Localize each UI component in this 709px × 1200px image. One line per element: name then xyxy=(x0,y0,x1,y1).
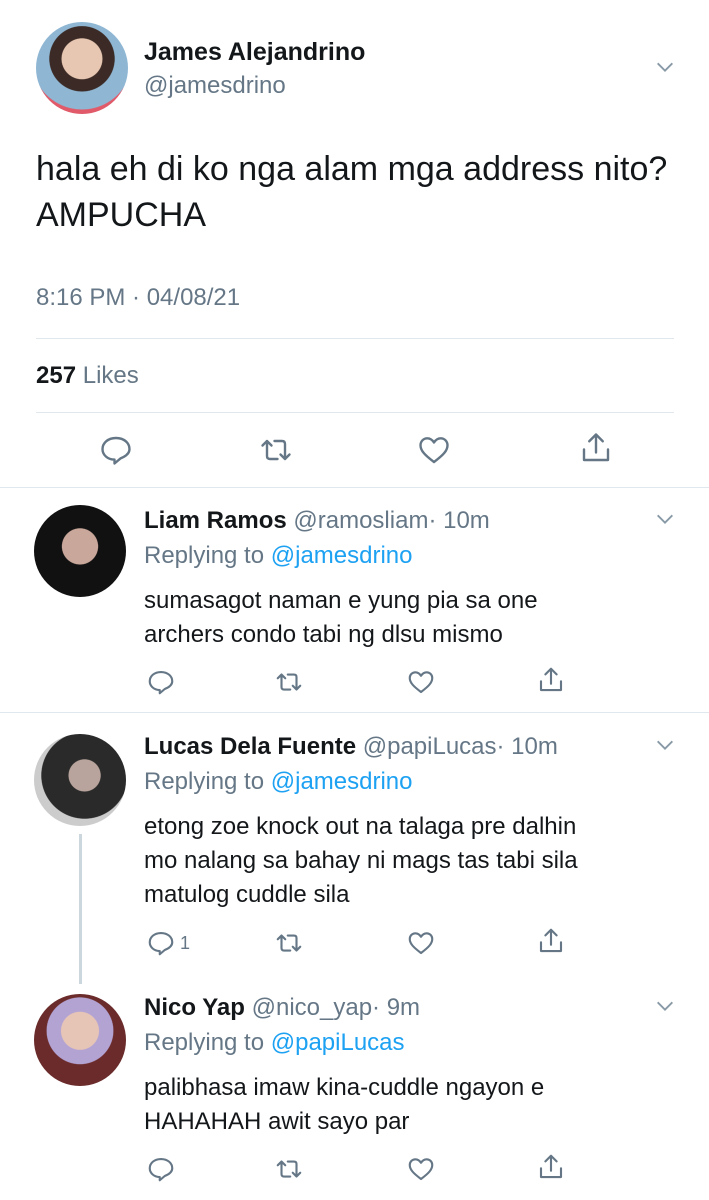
tweet-timestamp[interactable]: 8:16 PM · 04/08/21 xyxy=(36,284,240,312)
reply-time: · 10m xyxy=(428,507,490,534)
share-icon[interactable] xyxy=(578,430,614,466)
replying-to: Replying to @papiLucas xyxy=(144,1029,405,1057)
replying-prefix: Replying to xyxy=(144,542,265,569)
replying-prefix: Replying to xyxy=(144,768,265,795)
reply-text-line: palibhasa imaw kina-cuddle ngayon e xyxy=(144,1074,545,1101)
likes-count[interactable]: 257 Likes xyxy=(36,362,139,390)
share-icon[interactable] xyxy=(536,926,566,956)
reply-icon[interactable] xyxy=(146,1154,176,1184)
like-icon[interactable] xyxy=(416,432,452,468)
reply-text: sumasagot naman e yung pia sa one archer… xyxy=(144,584,664,652)
reply-text-line: matulog cuddle sila xyxy=(144,881,350,908)
likes-label: Likes xyxy=(82,362,139,389)
tweet-text: hala eh di ko nga alam mga address nito?… xyxy=(36,150,668,234)
replying-prefix: Replying to xyxy=(144,1029,265,1056)
reply-text-line: mo nalang sa bahay ni mags tas tabi sila xyxy=(144,847,578,874)
retweet-icon[interactable] xyxy=(258,432,294,468)
reply-icon[interactable] xyxy=(146,667,176,697)
reply-text: etong zoe knock out na talaga pre dalhin… xyxy=(144,810,664,912)
reply-icon[interactable] xyxy=(146,928,176,958)
reply-time: · 10m xyxy=(496,733,558,760)
thread-line xyxy=(79,834,82,984)
replying-to-link[interactable]: @jamesdrino xyxy=(271,768,413,795)
chevron-down-icon[interactable] xyxy=(654,995,676,1017)
replying-to: Replying to @jamesdrino xyxy=(144,768,413,796)
reply-author-handle: @ramosliam xyxy=(293,507,429,534)
chevron-down-icon[interactable] xyxy=(654,508,676,530)
retweet-icon[interactable] xyxy=(274,1154,304,1184)
reply-author-name: Nico Yap xyxy=(144,994,245,1021)
like-icon[interactable] xyxy=(406,667,436,697)
reply-avatar[interactable] xyxy=(34,505,126,597)
reply-avatar[interactable] xyxy=(34,734,126,826)
retweet-icon[interactable] xyxy=(274,928,304,958)
replying-to-link[interactable]: @jamesdrino xyxy=(271,542,413,569)
reply-author-line[interactable]: Liam Ramos @ramosliam· 10m xyxy=(144,507,490,535)
reply-author-name: Lucas Dela Fuente xyxy=(144,733,357,760)
reply-text-line: sumasagot naman e yung pia sa one xyxy=(144,587,538,614)
reply-text: palibhasa imaw kina-cuddle ngayon e HAHA… xyxy=(144,1071,664,1139)
divider xyxy=(0,487,709,488)
reply-text-line: etong zoe knock out na talaga pre dalhin xyxy=(144,813,577,840)
likes-number: 257 xyxy=(36,362,77,389)
like-icon[interactable] xyxy=(406,928,436,958)
author-avatar[interactable] xyxy=(36,22,128,114)
reply-time: · 9m xyxy=(372,994,421,1021)
share-icon[interactable] xyxy=(536,665,566,695)
reply-text-line: HAHAHAH awit sayo par xyxy=(144,1108,410,1135)
reply-author-line[interactable]: Nico Yap @nico_yap· 9m xyxy=(144,994,420,1022)
divider xyxy=(36,338,674,339)
reply-text-line: archers condo tabi ng dlsu mismo xyxy=(144,621,503,648)
reply-author-handle: @papiLucas xyxy=(362,733,497,760)
reply-author-line[interactable]: Lucas Dela Fuente @papiLucas· 10m xyxy=(144,733,558,761)
retweet-icon[interactable] xyxy=(274,667,304,697)
reply-count: 1 xyxy=(180,933,191,953)
author-name[interactable]: James Alejandrino xyxy=(144,38,365,67)
reply-avatar[interactable] xyxy=(34,994,126,1086)
reply-author-name: Liam Ramos xyxy=(144,507,287,534)
divider xyxy=(0,712,709,713)
divider xyxy=(36,412,674,413)
replying-to-link[interactable]: @papiLucas xyxy=(271,1029,405,1056)
reply-author-handle: @nico_yap xyxy=(251,994,373,1021)
reply-icon[interactable] xyxy=(98,432,134,468)
replying-to: Replying to @jamesdrino xyxy=(144,542,413,570)
share-icon[interactable] xyxy=(536,1152,566,1182)
author-handle[interactable]: @jamesdrino xyxy=(144,72,286,100)
chevron-down-icon[interactable] xyxy=(654,734,676,756)
like-icon[interactable] xyxy=(406,1154,436,1184)
chevron-down-icon[interactable] xyxy=(654,56,676,78)
